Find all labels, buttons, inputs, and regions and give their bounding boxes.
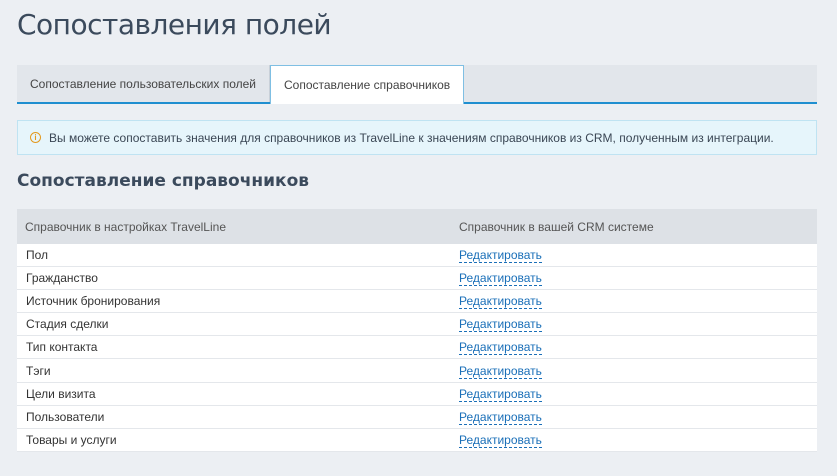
table-row: Пользователи Редактировать [17, 406, 817, 429]
section-title: Сопоставление справочников [17, 171, 310, 191]
table-row: Пол Редактировать [17, 244, 817, 268]
table-row: Источник бронирования Редактировать [17, 290, 817, 314]
edit-link[interactable]: Редактировать [459, 248, 542, 264]
edit-link[interactable]: Редактировать [459, 363, 542, 379]
edit-link[interactable]: Редактировать [459, 386, 542, 402]
edit-link[interactable]: Редактировать [459, 340, 542, 356]
edit-link[interactable]: Редактировать [459, 294, 542, 310]
crm-dictionary-cell: Редактировать [451, 386, 817, 402]
info-banner: i Вы можете сопоставить значения для спр… [17, 120, 817, 155]
crm-dictionary-cell: Редактировать [451, 317, 817, 333]
dictionary-name: Гражданство [26, 271, 98, 286]
dictionary-name: Пользователи [26, 409, 105, 424]
table-row: Тип контакта Редактировать [17, 336, 817, 360]
info-text: Вы можете сопоставить значения для справ… [49, 130, 774, 145]
crm-dictionary-cell: Редактировать [451, 340, 817, 356]
dictionary-name: Товары и услуги [26, 432, 117, 447]
crm-dictionary-cell: Редактировать [451, 363, 817, 379]
crm-dictionary-cell: Редактировать [451, 294, 817, 310]
table-row: Товары и услуги Редактировать [17, 429, 817, 452]
table-row: Гражданство Редактировать [17, 267, 817, 291]
crm-dictionary-cell: Редактировать [451, 409, 817, 425]
dictionary-name: Пол [26, 248, 49, 263]
crm-dictionary-cell: Редактировать [451, 432, 817, 448]
table-row: Цели визита Редактировать [17, 383, 817, 406]
crm-dictionary-cell: Редактировать [451, 248, 817, 264]
table-body: Пол Редактировать Гражданство Редактировать… [17, 244, 817, 452]
dictionary-name: Цели визита [26, 386, 96, 401]
tab-bar: Сопоставление пользовательских полей Соп… [17, 65, 817, 104]
dictionary-name: Источник бронирования [26, 294, 161, 309]
edit-link[interactable]: Редактировать [459, 432, 542, 448]
info-icon: i [30, 132, 41, 143]
crm-dictionary-cell: Редактировать [451, 271, 817, 287]
table-row: Стадия сделки Редактировать [17, 313, 817, 337]
table-row: Тэги Редактировать [17, 359, 817, 383]
edit-link[interactable]: Редактировать [459, 317, 542, 333]
dictionary-name: Тэги [26, 363, 51, 378]
dictionary-name: Тип контакта [26, 340, 98, 355]
edit-link[interactable]: Редактировать [459, 409, 542, 425]
tab-dictionaries[interactable]: Сопоставление справочников [269, 65, 465, 104]
page-title: Сопоставления полей [17, 8, 332, 41]
edit-link[interactable]: Редактировать [459, 271, 542, 287]
mapping-table: Справочник в настройках TravelLine Справ… [17, 209, 817, 452]
dictionary-name: Стадия сделки [26, 317, 109, 332]
column-header-travelline: Справочник в настройках TravelLine [25, 219, 226, 234]
tab-custom-fields[interactable]: Сопоставление пользовательских полей [17, 65, 270, 102]
column-header-crm: Справочник в вашей CRM системе [459, 219, 654, 234]
table-header: Справочник в настройках TravelLine Справ… [17, 209, 817, 244]
